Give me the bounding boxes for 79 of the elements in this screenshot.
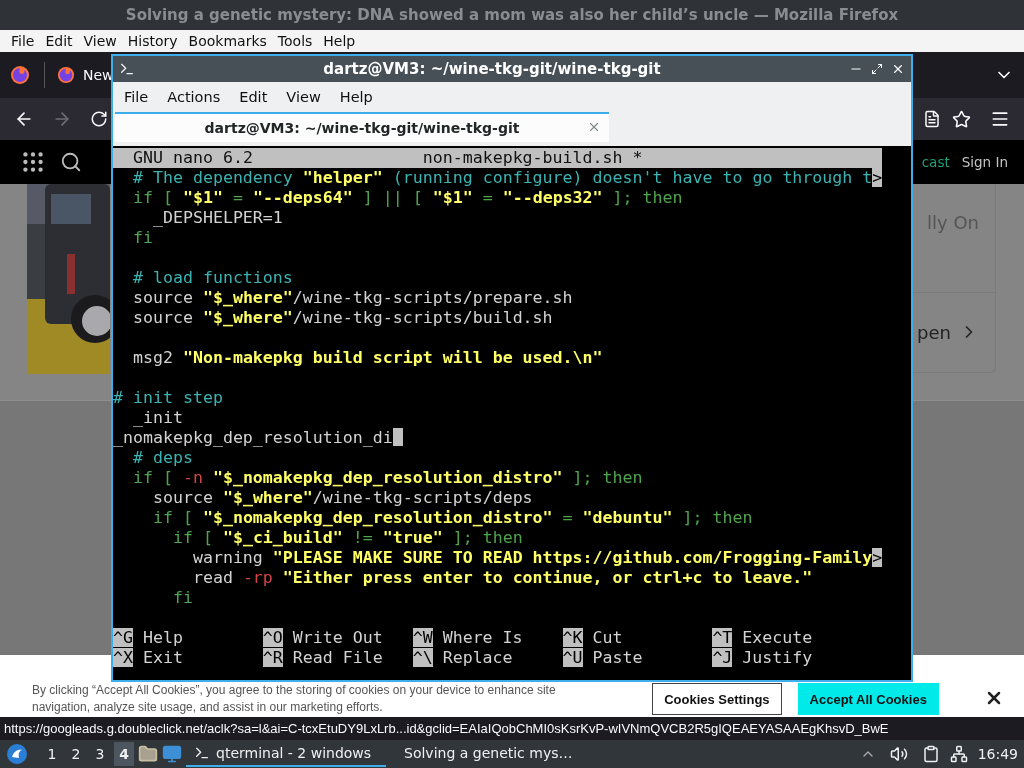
shortcut-hint: ^T Execute: [712, 628, 814, 648]
code-line: # init step: [113, 388, 224, 408]
menu-item[interactable]: View: [78, 33, 123, 49]
terminal-icon: [119, 61, 135, 77]
card-link[interactable]: pen: [917, 321, 951, 343]
terminal-icon: [194, 745, 210, 761]
taskbar-task[interactable]: qterminal - 2 windows: [186, 741, 386, 767]
terminal-tab[interactable]: dartz@VM3: ~/wine-tkg-git/wine-tkg-git: [115, 112, 609, 142]
cookie-settings-button[interactable]: Cookies Settings: [652, 683, 782, 715]
shortcut-hint: ^J Justify: [712, 648, 814, 668]
reader-view-icon[interactable]: [923, 110, 941, 128]
restore-icon[interactable]: [871, 63, 883, 75]
editor-version: GNU nano 6.2: [133, 148, 253, 168]
menu-item[interactable]: Help: [318, 33, 362, 49]
code-line: # The dependency "helper" (running configure) doesn't have to go through t>: [131, 168, 883, 188]
accept-cookies-button[interactable]: Accept All Cookies: [797, 683, 939, 715]
code-line: source "$_where"/wine-tkg-scripts/build.sh: [131, 308, 554, 328]
menu-item[interactable]: Help: [334, 89, 387, 105]
clock: 16:49: [977, 746, 1018, 762]
code-line: _DEPSHELPER=1: [151, 208, 284, 228]
desktop-icon[interactable]: [162, 744, 182, 764]
code-line: fi: [171, 588, 194, 608]
clipboard-icon[interactable]: [921, 745, 940, 763]
shortcut-hint: ^X Exit: [113, 648, 184, 668]
cookie-notice: By clicking “Accept All Cookies”, you agree to the storing of cookies on your device to enhance site navigation, analyze site usage, and assist in our marketing efforts.: [32, 682, 557, 716]
shortcut-hint: ^R Read File: [262, 648, 384, 668]
shortcut-hint: ^G Help: [113, 628, 184, 648]
search-icon[interactable]: [60, 151, 82, 173]
menu-item[interactable]: History: [122, 33, 184, 49]
code-line: # load functions: [131, 268, 294, 288]
file-name: non-makepkg-build.sh *: [422, 148, 643, 168]
shortcut-hint: ^W Where Is: [412, 628, 524, 648]
shortcut-hint: ^U Paste: [562, 648, 644, 668]
code-line: if [ "$_nomakepkg_dep_resolution_distro" = "debuntu" ]; then: [151, 508, 754, 528]
code-line: _init: [131, 408, 184, 428]
taskbar-task[interactable]: Solving a genetic mys…: [390, 741, 580, 767]
tab-favicon-icon: [57, 66, 75, 84]
code-line: _nomakepkg_dep_resolution_di: [113, 428, 883, 448]
code-line: if [ "$_ci_build" != "true" ]; then: [171, 528, 524, 548]
browser-logo-icon: [10, 65, 30, 85]
workspace-button[interactable]: 3: [90, 742, 110, 766]
window-title: dartz@VM3: ~/wine-tkg-git/wine-tkg-git: [322, 60, 662, 78]
menu-item[interactable]: File: [6, 33, 41, 49]
menu-item[interactable]: Bookmarks: [183, 33, 273, 49]
code-line: if [ -n "$_nomakepkg_dep_resolution_distro" ]; then: [131, 468, 644, 488]
code-line: source "$_where"/wine-tkg-scripts/deps: [151, 488, 534, 508]
start-menu-icon[interactable]: [6, 743, 28, 765]
workspace-button[interactable]: 4: [114, 742, 134, 766]
menu-icon[interactable]: [990, 109, 1010, 129]
code-line: msg2 "Non-makepkg build script will be used.\n": [131, 348, 604, 368]
code-line: source "$_where"/wine-tkg-scripts/prepare.sh: [131, 288, 574, 308]
menu-item[interactable]: File: [119, 89, 163, 105]
shortcut-hint: ^K Cut: [562, 628, 624, 648]
status-url: https://googleads.g.doubleclick.net/aclk?sa=l&ai=C-tcxEtuDY9LxLrb...id&gclid=EAIaIQobChMI0sKsrKvP-wIVNmQVCB2R5gIQEAEYASAAEgKhsvD_BwE: [4, 721, 889, 736]
menu-item[interactable]: View: [281, 89, 335, 105]
star-icon[interactable]: [952, 109, 971, 129]
reload-button[interactable]: [90, 110, 108, 128]
code-line: # deps: [131, 448, 194, 468]
nav-link[interactable]: cast: [921, 154, 950, 170]
menu-item[interactable]: Tools: [272, 33, 319, 49]
grid-icon[interactable]: [20, 149, 46, 175]
menu-item[interactable]: Edit: [40, 33, 79, 49]
close-tab-icon[interactable]: [587, 120, 601, 134]
code-line: if [ "$1" = "--deps64" ] || [ "$1" = "--deps32" ]; then: [131, 188, 684, 208]
code-line: warning "PLEASE MAKE SURE TO READ https://github.com/Frogging-Family>: [191, 548, 883, 568]
close-icon[interactable]: [891, 62, 905, 76]
workspace-button[interactable]: 2: [66, 742, 86, 766]
volume-icon[interactable]: [889, 745, 908, 763]
shortcut-hint: ^O Write Out: [262, 628, 384, 648]
folder-icon[interactable]: [138, 744, 158, 764]
menu-item[interactable]: Edit: [234, 89, 282, 105]
network-icon[interactable]: [949, 745, 968, 763]
window-title: Solving a genetic mystery: DNA showed a mom was also her child’s uncle — Mozilla Firefox: [125, 6, 899, 24]
menu-item[interactable]: Actions: [162, 89, 235, 105]
code-line: fi: [131, 228, 154, 248]
shortcut-hint: ^\ Replace: [412, 648, 514, 668]
nav-link[interactable]: Sign In: [961, 154, 1008, 170]
code-line: read -rp "Either press enter to continue, or ctrl+c to leave.": [191, 568, 814, 588]
workspace-button[interactable]: 1: [42, 742, 62, 766]
